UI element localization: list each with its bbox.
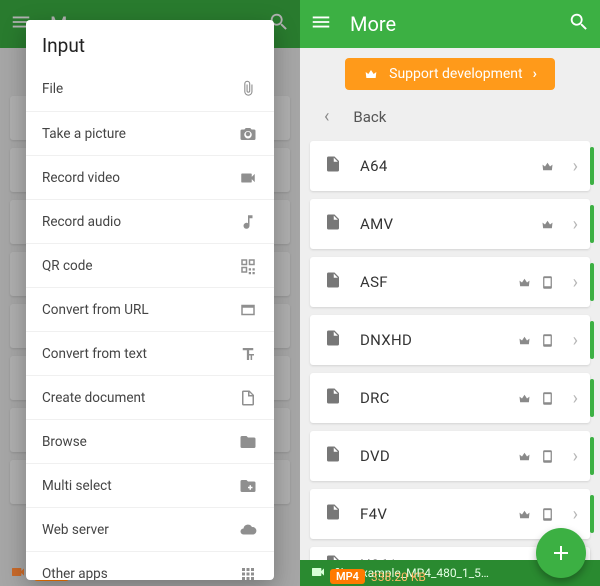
option-label: Convert from URL <box>42 302 238 318</box>
crown-icon <box>363 66 379 82</box>
format-card[interactable]: AMV › <box>310 199 590 249</box>
crown-icon <box>517 449 532 464</box>
fab-add[interactable] <box>536 528 586 578</box>
crown-icon <box>517 391 532 406</box>
input-option[interactable]: Convert from text <box>26 331 274 375</box>
crown-icon <box>517 333 532 348</box>
format-name: DRC <box>360 389 499 407</box>
input-option[interactable]: Web server <box>26 507 274 551</box>
banner-label: Support development <box>389 66 523 82</box>
qr-icon <box>238 257 258 275</box>
format-card[interactable]: DRC › <box>310 373 590 423</box>
option-label: Record video <box>42 170 238 186</box>
file-icon <box>324 445 342 467</box>
chevron-right-icon: › <box>573 446 578 467</box>
file-icon <box>324 387 342 409</box>
format-card[interactable]: A64 › <box>310 141 590 191</box>
crown-icon <box>540 217 555 232</box>
appbar: More <box>300 0 600 48</box>
input-option[interactable]: Browse <box>26 419 274 463</box>
chevron-right-icon: › <box>533 66 537 82</box>
crown-icon <box>540 159 555 174</box>
input-option[interactable]: Multi select <box>26 463 274 507</box>
format-name: A64 <box>360 157 522 175</box>
input-option[interactable]: QR code <box>26 243 274 287</box>
videocam-icon <box>238 169 258 187</box>
input-option[interactable]: Create document <box>26 375 274 419</box>
file-icon <box>324 271 342 293</box>
support-banner[interactable]: Support development › <box>345 58 555 90</box>
option-label: Create document <box>42 390 238 406</box>
option-label: File <box>42 81 238 97</box>
chevron-left-icon: ‹ <box>324 106 329 127</box>
add-icon <box>549 541 573 565</box>
option-label: QR code <box>42 258 238 274</box>
format-card[interactable]: ASF › <box>310 257 590 307</box>
phone-icon <box>540 333 555 348</box>
format-badge: MP4 <box>330 569 365 584</box>
format-name: F4V <box>360 505 499 523</box>
input-option[interactable]: Convert from URL <box>26 287 274 331</box>
attachment-icon <box>238 80 258 98</box>
camera-icon <box>238 125 258 143</box>
cloud-icon <box>238 521 258 539</box>
file-icon <box>324 329 342 351</box>
file-size: 338.20 KB <box>371 570 426 584</box>
crown-icon <box>517 507 532 522</box>
chevron-right-icon: › <box>573 330 578 351</box>
phone-icon <box>540 449 555 464</box>
option-label: Record audio <box>42 214 238 230</box>
format-name: DNXHD <box>360 331 499 349</box>
screenshot-left: More MP4 338.20 KB Input FileTake a pict… <box>0 0 300 586</box>
option-label: Take a picture <box>42 126 238 142</box>
format-name: ASF <box>360 273 499 291</box>
music-note-icon <box>238 213 258 231</box>
format-name: DVD <box>360 447 499 465</box>
menu-icon[interactable] <box>310 11 332 37</box>
videocam-icon <box>310 564 326 583</box>
file-icon <box>324 155 342 177</box>
dialog-title: Input <box>26 20 274 67</box>
format-name: AMV <box>360 215 522 233</box>
phone-icon <box>540 507 555 522</box>
chevron-right-icon: › <box>573 156 578 177</box>
input-option[interactable]: Other apps <box>26 551 274 580</box>
crown-icon <box>517 275 532 290</box>
phone-icon <box>540 275 555 290</box>
chevron-right-icon: › <box>573 504 578 525</box>
option-label: Web server <box>42 522 238 538</box>
videocam-icon <box>10 564 26 583</box>
format-card[interactable]: DVD › <box>310 431 590 481</box>
back-label: Back <box>353 108 386 126</box>
option-label: Other apps <box>42 566 238 581</box>
screenshot-right: More Support development › ‹ Back A64›AM… <box>300 0 600 586</box>
format-card[interactable]: DNXHD › <box>310 315 590 365</box>
text-icon <box>238 345 258 363</box>
doc-outline-icon <box>238 389 258 407</box>
folder-icon <box>238 433 258 451</box>
input-option[interactable]: File <box>26 67 274 111</box>
input-dialog: Input File Take a picture Record video Reco… <box>26 20 274 580</box>
appbar-title: More <box>350 12 550 36</box>
phone-icon <box>540 391 555 406</box>
apps-icon <box>238 565 258 581</box>
search-icon[interactable] <box>568 11 590 37</box>
file-icon <box>324 503 342 525</box>
chevron-right-icon: › <box>573 388 578 409</box>
chevron-right-icon: › <box>573 272 578 293</box>
option-label: Convert from text <box>42 346 238 362</box>
file-icon <box>324 213 342 235</box>
option-label: Multi select <box>42 478 238 494</box>
option-label: Browse <box>42 434 238 450</box>
input-option[interactable]: Take a picture <box>26 111 274 155</box>
input-option[interactable]: Record video <box>26 155 274 199</box>
chevron-right-icon: › <box>573 214 578 235</box>
folder-plus-icon <box>238 477 258 495</box>
back-button[interactable]: ‹ Back <box>300 96 600 141</box>
web-icon <box>238 301 258 319</box>
input-option[interactable]: Record audio <box>26 199 274 243</box>
